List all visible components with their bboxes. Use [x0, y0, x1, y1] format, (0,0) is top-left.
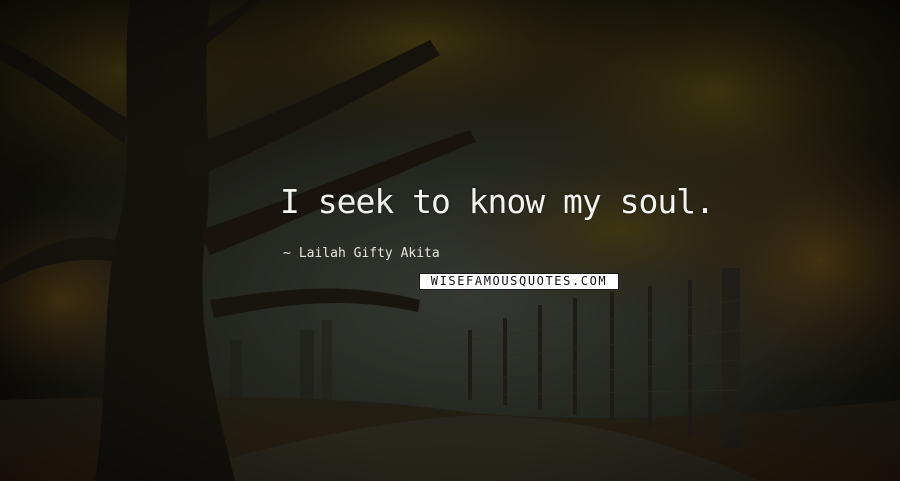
quote-text: I seek to know my soul.	[280, 182, 715, 221]
site-watermark: WISEFAMOUSQUOTES.COM	[419, 273, 619, 290]
quote-author: Lailah Gifty Akita	[298, 246, 440, 261]
autumn-forest-background	[0, 0, 900, 481]
quote-image: I seek to know my soul. ~ Lailah Gifty Ak…	[0, 0, 900, 481]
author-dash: ~	[283, 246, 291, 261]
quote-author-line: ~ Lailah Gifty Akita	[283, 246, 440, 261]
